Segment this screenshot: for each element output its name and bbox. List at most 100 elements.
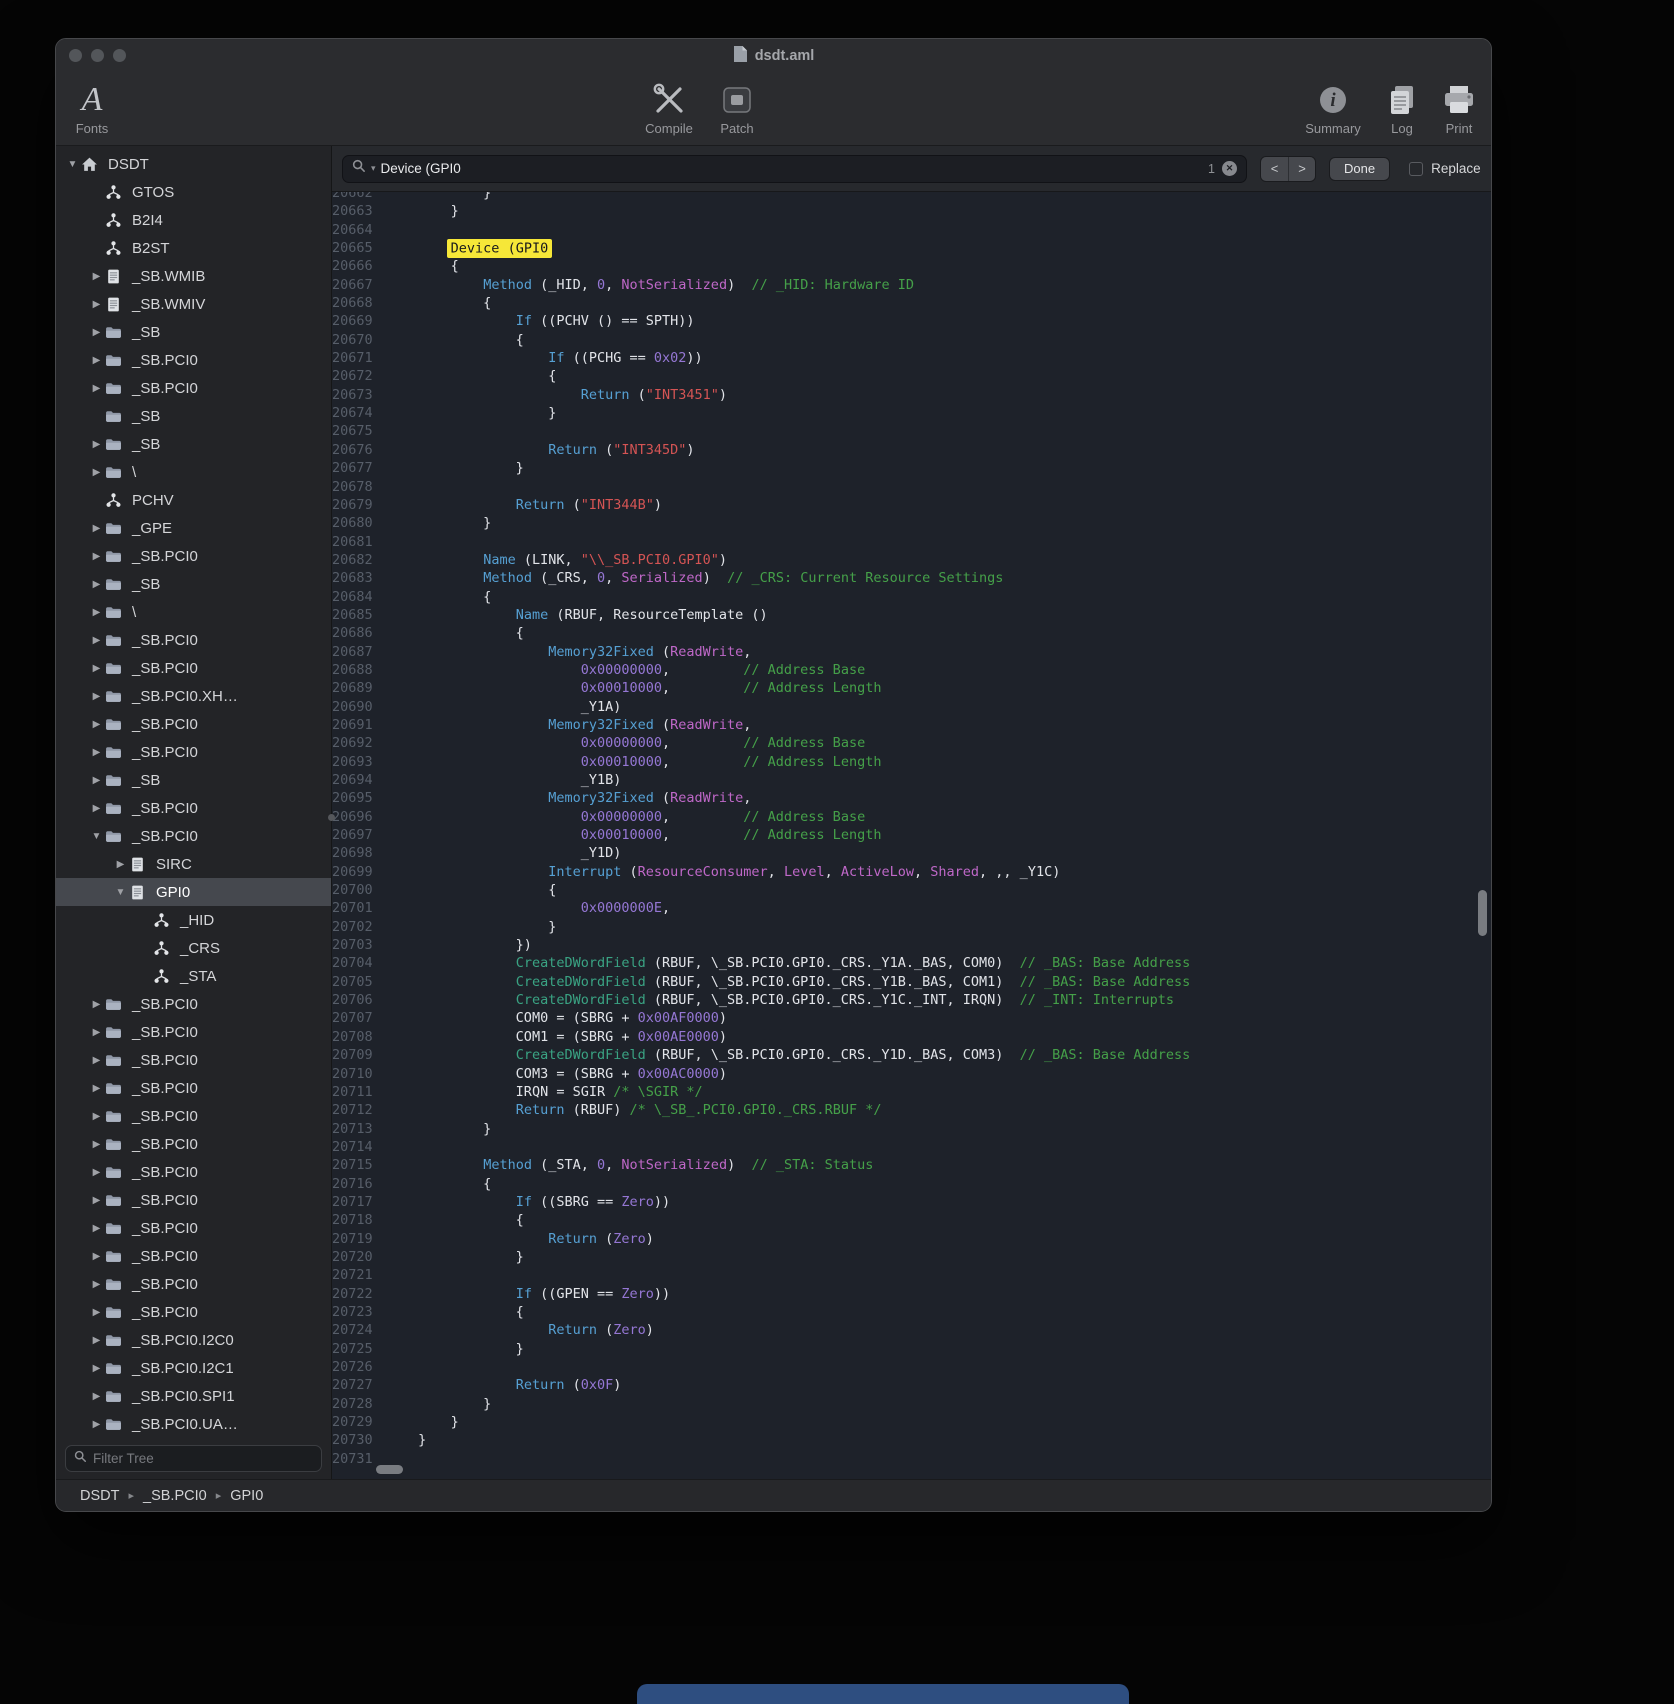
tree-item-sb-pci0[interactable]: ▶_SB.PCI0	[56, 626, 331, 654]
tree-item-sb[interactable]: _SB	[56, 402, 331, 430]
code-line-20700[interactable]: 20700 {	[332, 881, 1491, 899]
disclosure-closed-icon[interactable]: ▶	[88, 1083, 105, 1094]
code-line-20720[interactable]: 20720 }	[332, 1248, 1491, 1266]
code-line-20668[interactable]: 20668 {	[332, 294, 1491, 312]
code-line-20694[interactable]: 20694 _Y1B)	[332, 771, 1491, 789]
disclosure-closed-icon[interactable]: ▶	[88, 1363, 105, 1374]
summary-button[interactable]: i Summary	[1295, 78, 1371, 136]
code-line-20716[interactable]: 20716 {	[332, 1175, 1491, 1193]
code-line-20703[interactable]: 20703 })	[332, 936, 1491, 954]
code-line-20728[interactable]: 20728 }	[332, 1395, 1491, 1413]
code-line-20721[interactable]: 20721	[332, 1266, 1491, 1284]
zoom-button[interactable]	[113, 49, 126, 62]
code-line-20730[interactable]: 20730 }	[332, 1431, 1491, 1449]
patch-button[interactable]: Patch	[699, 78, 775, 136]
code-line-20670[interactable]: 20670 {	[332, 331, 1491, 349]
code-line-20681[interactable]: 20681	[332, 533, 1491, 551]
tree-item-sb-pci0[interactable]: ▶_SB.PCI0	[56, 990, 331, 1018]
disclosure-closed-icon[interactable]: ▶	[88, 719, 105, 730]
disclosure-closed-icon[interactable]: ▶	[88, 1167, 105, 1178]
code-line-20689[interactable]: 20689 0x00010000, // Address Length	[332, 679, 1491, 697]
code-line-20727[interactable]: 20727 Return (0x0F)	[332, 1376, 1491, 1394]
code-line-20664[interactable]: 20664	[332, 221, 1491, 239]
tree-item-sb-pci0[interactable]: ▶_SB.PCI0	[56, 1242, 331, 1270]
disclosure-closed-icon[interactable]: ▶	[88, 607, 105, 618]
tree-item-sb-pci0[interactable]: ▶_SB.PCI0	[56, 346, 331, 374]
code-line-20673[interactable]: 20673 Return ("INT3451")	[332, 386, 1491, 404]
tree-item-sb-pci0[interactable]: ▶_SB.PCI0	[56, 1102, 331, 1130]
code-line-20698[interactable]: 20698 _Y1D)	[332, 844, 1491, 862]
find-input[interactable]: ▾ Device (GPI0 1 ✕	[342, 155, 1247, 183]
code-line-20702[interactable]: 20702 }	[332, 918, 1491, 936]
disclosure-closed-icon[interactable]: ▶	[88, 999, 105, 1010]
code-line-20705[interactable]: 20705 CreateDWordField (RBUF, \_SB.PCI0.…	[332, 973, 1491, 991]
code-line-20676[interactable]: 20676 Return ("INT345D")	[332, 441, 1491, 459]
tree-item-sb-pci0[interactable]: ▶_SB.PCI0	[56, 1130, 331, 1158]
code-line-20696[interactable]: 20696 0x00000000, // Address Base	[332, 808, 1491, 826]
code-line-20669[interactable]: 20669 If ((PCHV () == SPTH))	[332, 312, 1491, 330]
tree-item-sb-pci0[interactable]: ▶_SB.PCI0	[56, 1018, 331, 1046]
code-line-20699[interactable]: 20699 Interrupt (ResourceConsumer, Level…	[332, 863, 1491, 881]
code-line-20719[interactable]: 20719 Return (Zero)	[332, 1230, 1491, 1248]
code-line-20680[interactable]: 20680 }	[332, 514, 1491, 532]
code-line-20674[interactable]: 20674 }	[332, 404, 1491, 422]
code-editor[interactable]: 20662 }20663 }2066420665 Device (GPI0206…	[332, 192, 1491, 1479]
code-line-20714[interactable]: 20714	[332, 1138, 1491, 1156]
disclosure-closed-icon[interactable]: ▶	[88, 1139, 105, 1150]
tree-item-sta[interactable]: _STA	[56, 962, 331, 990]
tree-item-sb-pci0[interactable]: ▶_SB.PCI0	[56, 1186, 331, 1214]
code-line-20718[interactable]: 20718 {	[332, 1211, 1491, 1229]
tree-item-sb-pci0[interactable]: ▶_SB.PCI0	[56, 1046, 331, 1074]
vertical-scrollbar-thumb[interactable]	[1478, 890, 1487, 936]
tree-item-sb-pci0[interactable]: ▶_SB.PCI0	[56, 710, 331, 738]
clear-search-button[interactable]: ✕	[1222, 161, 1237, 176]
tree-item-sb-wmiv[interactable]: ▶_SB.WMIV	[56, 290, 331, 318]
code-line-20665[interactable]: 20665 Device (GPI0	[332, 239, 1491, 257]
code-line-20731[interactable]: 20731	[332, 1450, 1491, 1468]
disclosure-closed-icon[interactable]: ▶	[88, 327, 105, 338]
disclosure-closed-icon[interactable]: ▶	[88, 467, 105, 478]
code-line-20691[interactable]: 20691 Memory32Fixed (ReadWrite,	[332, 716, 1491, 734]
disclosure-closed-icon[interactable]: ▶	[88, 1419, 105, 1430]
code-line-20667[interactable]: 20667 Method (_HID, 0, NotSerialized) //…	[332, 276, 1491, 294]
disclosure-closed-icon[interactable]: ▶	[88, 1195, 105, 1206]
code-line-20707[interactable]: 20707 COM0 = (SBRG + 0x00AF0000)	[332, 1009, 1491, 1027]
tree-item-sb-pci0[interactable]: ▶_SB.PCI0	[56, 1074, 331, 1102]
disclosure-open-icon[interactable]: ▼	[112, 887, 129, 898]
code-line-20711[interactable]: 20711 IRQN = SGIR /* \SGIR */	[332, 1083, 1491, 1101]
tree-item-sb-pci0-ua[interactable]: ▶_SB.PCI0.UA…	[56, 1410, 331, 1438]
code-line-20704[interactable]: 20704 CreateDWordField (RBUF, \_SB.PCI0.…	[332, 954, 1491, 972]
disclosure-closed-icon[interactable]: ▶	[88, 747, 105, 758]
code-line-20692[interactable]: 20692 0x00000000, // Address Base	[332, 734, 1491, 752]
code-line-20671[interactable]: 20671 If ((PCHG == 0x02))	[332, 349, 1491, 367]
disclosure-closed-icon[interactable]: ▶	[88, 1335, 105, 1346]
code-line-20709[interactable]: 20709 CreateDWordField (RBUF, \_SB.PCI0.…	[332, 1046, 1491, 1064]
fonts-button[interactable]: A Fonts	[64, 78, 120, 136]
code-line-20712[interactable]: 20712 Return (RBUF) /* \_SB_.PCI0.GPI0._…	[332, 1101, 1491, 1119]
tree-item-sb-pci0-i2c0[interactable]: ▶_SB.PCI0.I2C0	[56, 1326, 331, 1354]
disclosure-closed-icon[interactable]: ▶	[88, 691, 105, 702]
tree-item-dsdt[interactable]: ▼DSDT	[56, 150, 331, 178]
tree-item-sb-pci0[interactable]: ▶_SB.PCI0	[56, 1270, 331, 1298]
tree-item-[interactable]: ▶\	[56, 598, 331, 626]
disclosure-closed-icon[interactable]: ▶	[88, 1307, 105, 1318]
tree-item-sb-pci0[interactable]: ▶_SB.PCI0	[56, 374, 331, 402]
find-previous-button[interactable]: <	[1261, 157, 1288, 181]
disclosure-closed-icon[interactable]: ▶	[88, 439, 105, 450]
code-line-20713[interactable]: 20713 }	[332, 1120, 1491, 1138]
compile-button[interactable]: Compile	[631, 78, 707, 136]
code-line-20663[interactable]: 20663 }	[332, 202, 1491, 220]
code-line-20688[interactable]: 20688 0x00000000, // Address Base	[332, 661, 1491, 679]
disclosure-open-icon[interactable]: ▼	[64, 159, 81, 170]
code-line-20726[interactable]: 20726	[332, 1358, 1491, 1376]
disclosure-closed-icon[interactable]: ▶	[88, 635, 105, 646]
code-line-20679[interactable]: 20679 Return ("INT344B")	[332, 496, 1491, 514]
tree-item-sb-pci0[interactable]: ▶_SB.PCI0	[56, 794, 331, 822]
code-line-20678[interactable]: 20678	[332, 478, 1491, 496]
code-line-20675[interactable]: 20675	[332, 422, 1491, 440]
replace-checkbox[interactable]	[1409, 162, 1423, 176]
search-scope-chevron-icon[interactable]: ▾	[371, 163, 376, 174]
disclosure-closed-icon[interactable]: ▶	[88, 1251, 105, 1262]
horizontal-scrollbar-thumb[interactable]	[376, 1465, 403, 1474]
code-line-20697[interactable]: 20697 0x00010000, // Address Length	[332, 826, 1491, 844]
